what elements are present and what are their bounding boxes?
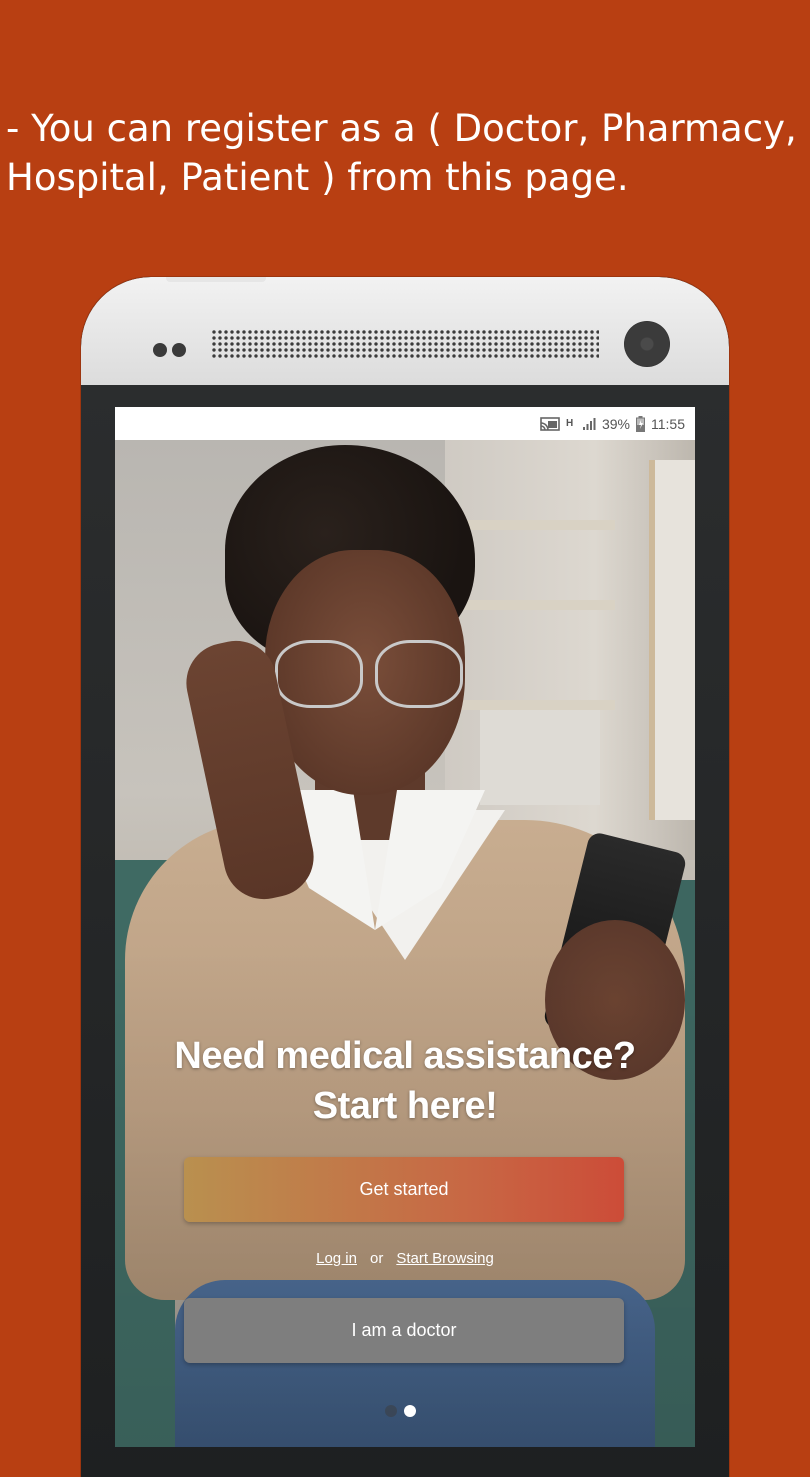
caption-line-2: Hospital, Patient ) from this page. — [6, 156, 629, 199]
phone-button — [166, 277, 266, 282]
app-screen: H 39% 11:55 Need medical assistance? Sta… — [115, 407, 695, 1447]
page-dot[interactable] — [385, 1405, 397, 1417]
signal-icon — [582, 417, 596, 431]
hero-headline: Need medical assistance? Start here! — [115, 1031, 695, 1131]
caption-line-1: - You can register as a ( Doctor, Pharma… — [6, 107, 797, 150]
or-separator: or — [369, 1250, 384, 1267]
page-indicator — [385, 1404, 423, 1422]
page-dot-active[interactable] — [404, 1405, 416, 1417]
clock: 11:55 — [651, 415, 685, 432]
login-link[interactable]: Log in — [316, 1250, 357, 1267]
promo-caption: - You can register as a ( Doctor, Pharma… — [6, 104, 806, 202]
start-browsing-link[interactable]: Start Browsing — [396, 1250, 494, 1267]
photo-overlay — [115, 440, 695, 1447]
get-started-button[interactable]: Get started — [184, 1157, 624, 1222]
cast-icon — [540, 416, 560, 431]
front-camera — [624, 321, 670, 367]
auth-links: Log in or Start Browsing — [115, 1250, 695, 1267]
headline-line-1: Need medical assistance? — [174, 1035, 636, 1077]
battery-percent: 39% — [601, 415, 630, 432]
status-bar: H 39% 11:55 — [115, 407, 695, 440]
speaker-grille — [211, 329, 599, 359]
battery-charging-icon — [636, 415, 645, 432]
phone-top-bezel — [81, 277, 729, 385]
doctor-button[interactable]: I am a doctor — [184, 1298, 624, 1363]
network-type-indicator: H — [565, 417, 574, 429]
headline-line-2: Start here! — [312, 1085, 498, 1127]
sensor-dots — [153, 343, 191, 362]
